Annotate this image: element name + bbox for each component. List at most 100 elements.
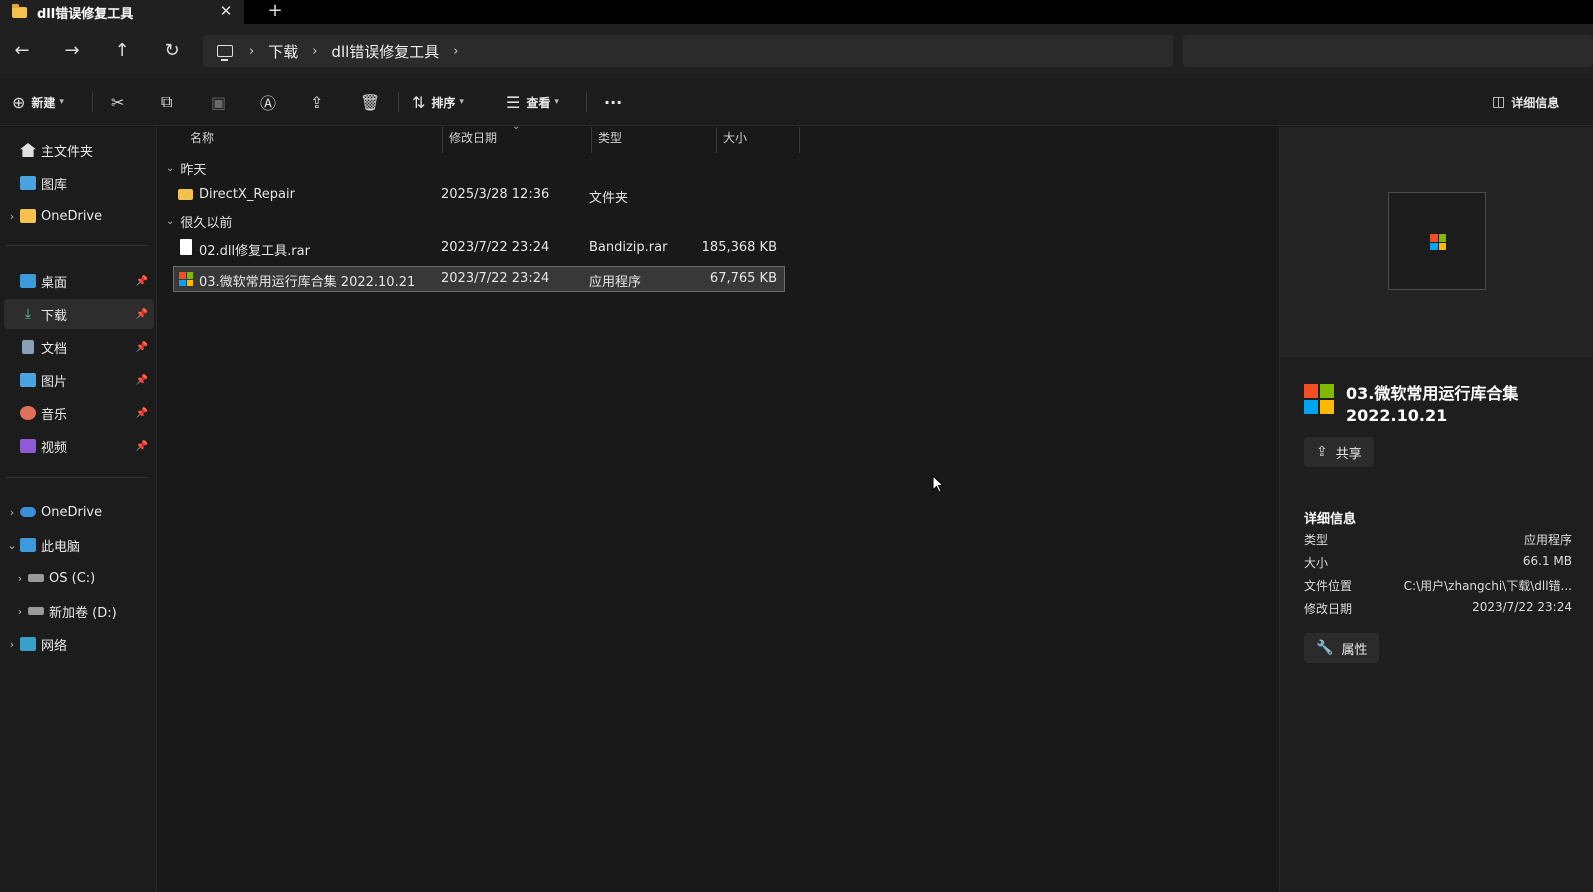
new-button[interactable]: ⊕ 新建 ▾ <box>12 90 64 114</box>
breadcrumb-downloads[interactable]: 下载 <box>268 41 298 62</box>
details-title-line: 2022.10.21 <box>1346 406 1448 425</box>
pin-icon[interactable]: 📌 <box>136 408 148 419</box>
sidebar-item-desktop[interactable]: 桌面 📌 <box>4 266 154 296</box>
sidebar-item-videos[interactable]: 视频 📌 <box>4 431 154 461</box>
details-section-title: 详细信息 <box>1304 512 1357 527</box>
sidebar-item-music[interactable]: 音乐 📌 <box>4 398 154 428</box>
sort-indicator-icon: ⌄ <box>512 121 521 132</box>
file-size: 67,765 KB <box>709 271 777 286</box>
this-pc-icon[interactable] <box>217 45 233 61</box>
properties-button[interactable]: 🔧 属性 <box>1304 633 1380 663</box>
cloud-icon <box>20 507 36 517</box>
view-label: 查看 <box>526 95 551 110</box>
detail-row: 类型 应用程序 <box>1304 531 1572 551</box>
detail-key: 修改日期 <box>1304 602 1353 616</box>
chevron-down-icon: ▾ <box>459 97 464 107</box>
chevron-right-icon[interactable]: › <box>4 506 20 519</box>
forward-button[interactable]: → <box>58 37 86 65</box>
sidebar-item-gallery[interactable]: 图库 <box>4 168 154 198</box>
column-header-name[interactable]: 名称 <box>190 127 214 153</box>
share-icon: ⇪ <box>310 92 324 112</box>
group-label: 很久以前 <box>180 215 233 231</box>
sidebar-item-label: OneDrive <box>41 504 103 520</box>
view-button[interactable]: ☰ 查看 ▾ <box>506 90 559 114</box>
scissors-icon: ✂ <box>111 92 125 112</box>
chevron-right-icon[interactable]: › <box>4 638 20 651</box>
sidebar-item-onedrive[interactable]: › OneDrive <box>4 497 154 527</box>
chevron-down-icon: ⌄ <box>166 162 175 174</box>
sidebar-item-label: OS (C:) <box>49 570 96 586</box>
refresh-button[interactable]: ↻ <box>158 37 186 65</box>
chevron-right-icon[interactable]: › <box>12 605 28 618</box>
file-type: Bandizip.rar <box>589 240 668 255</box>
pin-icon[interactable]: 📌 <box>136 441 148 452</box>
sidebar-item-drive-d[interactable]: › 新加卷 (D:) <box>12 596 162 626</box>
file-thumbnail <box>1388 192 1486 290</box>
sidebar-item-label: 主文件夹 <box>41 144 94 160</box>
share-button[interactable]: ⇪ <box>310 90 323 114</box>
group-header-yesterday[interactable]: ⌄ 昨天 <box>166 157 206 179</box>
sidebar-item-label: 此电脑 <box>41 539 81 555</box>
column-header-type[interactable]: 类型 <box>598 127 622 153</box>
file-list: 名称 修改日期 ⌄ 类型 大小 ⌄ 昨天 DirectX_Repair 2025… <box>158 121 1278 892</box>
pin-icon[interactable]: 📌 <box>136 375 148 386</box>
tab-title: dll错误修复工具 <box>37 6 134 22</box>
table-row[interactable]: DirectX_Repair 2025/3/28 12:36 文件夹 <box>173 183 785 209</box>
details-pane-button[interactable]: ◫ 详细信息 <box>1492 90 1559 114</box>
paste-button[interactable]: ▣ <box>211 90 226 114</box>
sidebar-item-pictures[interactable]: 图片 📌 <box>4 365 154 395</box>
cut-button[interactable]: ✂ <box>111 90 124 114</box>
details-file-title: 03.微软常用运行库合集 2022.10.21 <box>1346 383 1586 427</box>
detail-value[interactable]: C:\用户\zhangchi\下载\dll错... <box>1404 577 1572 594</box>
column-divider[interactable] <box>591 127 592 153</box>
group-header-long-ago[interactable]: ⌄ 很久以前 <box>166 210 232 232</box>
sidebar-item-network[interactable]: › 网络 <box>4 629 154 659</box>
sidebar-item-this-pc[interactable]: ⌄ 此电脑 <box>4 530 154 560</box>
address-bar[interactable]: › 下载 › dll错误修复工具 › <box>203 35 1173 67</box>
chevron-down-icon: ▾ <box>554 97 559 107</box>
delete-button[interactable]: 🗑 <box>360 90 380 114</box>
new-tab-button[interactable]: + <box>264 1 286 23</box>
search-input[interactable] <box>1183 35 1593 67</box>
chevron-right-icon[interactable]: › <box>12 572 28 585</box>
column-header-modified[interactable]: 修改日期 <box>449 127 497 153</box>
pin-icon[interactable]: 📌 <box>136 342 148 353</box>
chevron-right-icon[interactable]: › <box>312 44 317 59</box>
table-row-selected[interactable]: 03.微软常用运行库合集 2022.10.21 2023/7/22 23:24 … <box>173 266 785 292</box>
file-icon <box>180 239 192 255</box>
column-divider[interactable] <box>442 127 443 153</box>
sort-button[interactable]: ⇅ 排序 ▾ <box>412 90 464 114</box>
tab-dll-tool[interactable]: dll错误修复工具 ✕ <box>0 0 244 24</box>
sidebar-item-home[interactable]: 主文件夹 <box>4 135 154 165</box>
share-button[interactable]: ⇪ 共享 <box>1304 437 1374 467</box>
back-button[interactable]: ← <box>8 37 36 65</box>
pc-icon <box>20 538 36 552</box>
chevron-right-icon[interactable]: › <box>453 44 458 59</box>
column-divider[interactable] <box>716 127 717 153</box>
breadcrumb-dll-tool[interactable]: dll错误修复工具 <box>331 41 439 62</box>
up-button[interactable]: ↑ <box>108 37 136 65</box>
sidebar-item-label: 新加卷 (D:) <box>49 605 117 621</box>
rename-button[interactable]: Ⓐ <box>260 90 276 114</box>
detail-row: 大小 66.1 MB <box>1304 554 1572 574</box>
sidebar-item-label: 文档 <box>41 341 68 357</box>
close-tab-icon[interactable]: ✕ <box>216 1 236 21</box>
properties-label: 属性 <box>1341 642 1368 658</box>
chevron-right-icon[interactable]: › <box>249 44 254 59</box>
copy-button[interactable]: ⧉ <box>161 90 172 114</box>
sidebar-item-onedrive-folder[interactable]: › OneDrive <box>4 201 154 231</box>
column-header-size[interactable]: 大小 <box>723 127 747 153</box>
pin-icon[interactable]: 📌 <box>136 309 148 320</box>
chevron-right-icon[interactable]: › <box>4 210 20 223</box>
rename-icon: Ⓐ <box>260 94 277 113</box>
sidebar-item-label: 音乐 <box>41 407 68 423</box>
desktop-icon <box>20 274 36 288</box>
pin-icon[interactable]: 📌 <box>136 276 148 287</box>
sidebar-item-downloads[interactable]: ⤓ 下载 📌 <box>4 299 154 329</box>
table-row[interactable]: 02.dll修复工具.rar 2023/7/22 23:24 Bandizip.… <box>173 236 785 262</box>
column-divider[interactable] <box>799 127 800 153</box>
sidebar-item-drive-c[interactable]: › OS (C:) <box>12 563 162 593</box>
chevron-down-icon[interactable]: ⌄ <box>4 539 20 552</box>
more-options-button[interactable]: ··· <box>604 90 622 114</box>
sidebar-item-documents[interactable]: 文档 📌 <box>4 332 154 362</box>
